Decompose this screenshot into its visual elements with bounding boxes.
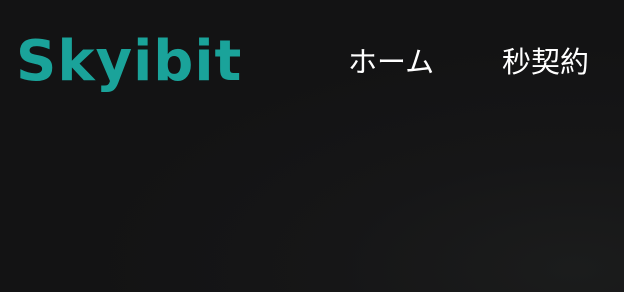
nav-link-seconds-contract[interactable]: 秒契約 <box>502 44 589 80</box>
header-bar: Skyibit ホーム 秒契約 <box>0 0 624 120</box>
logo[interactable]: Skyibit <box>16 30 242 94</box>
page: Skyibit ホーム 秒契約 <box>0 0 624 292</box>
nav-link-home[interactable]: ホーム <box>348 44 434 80</box>
